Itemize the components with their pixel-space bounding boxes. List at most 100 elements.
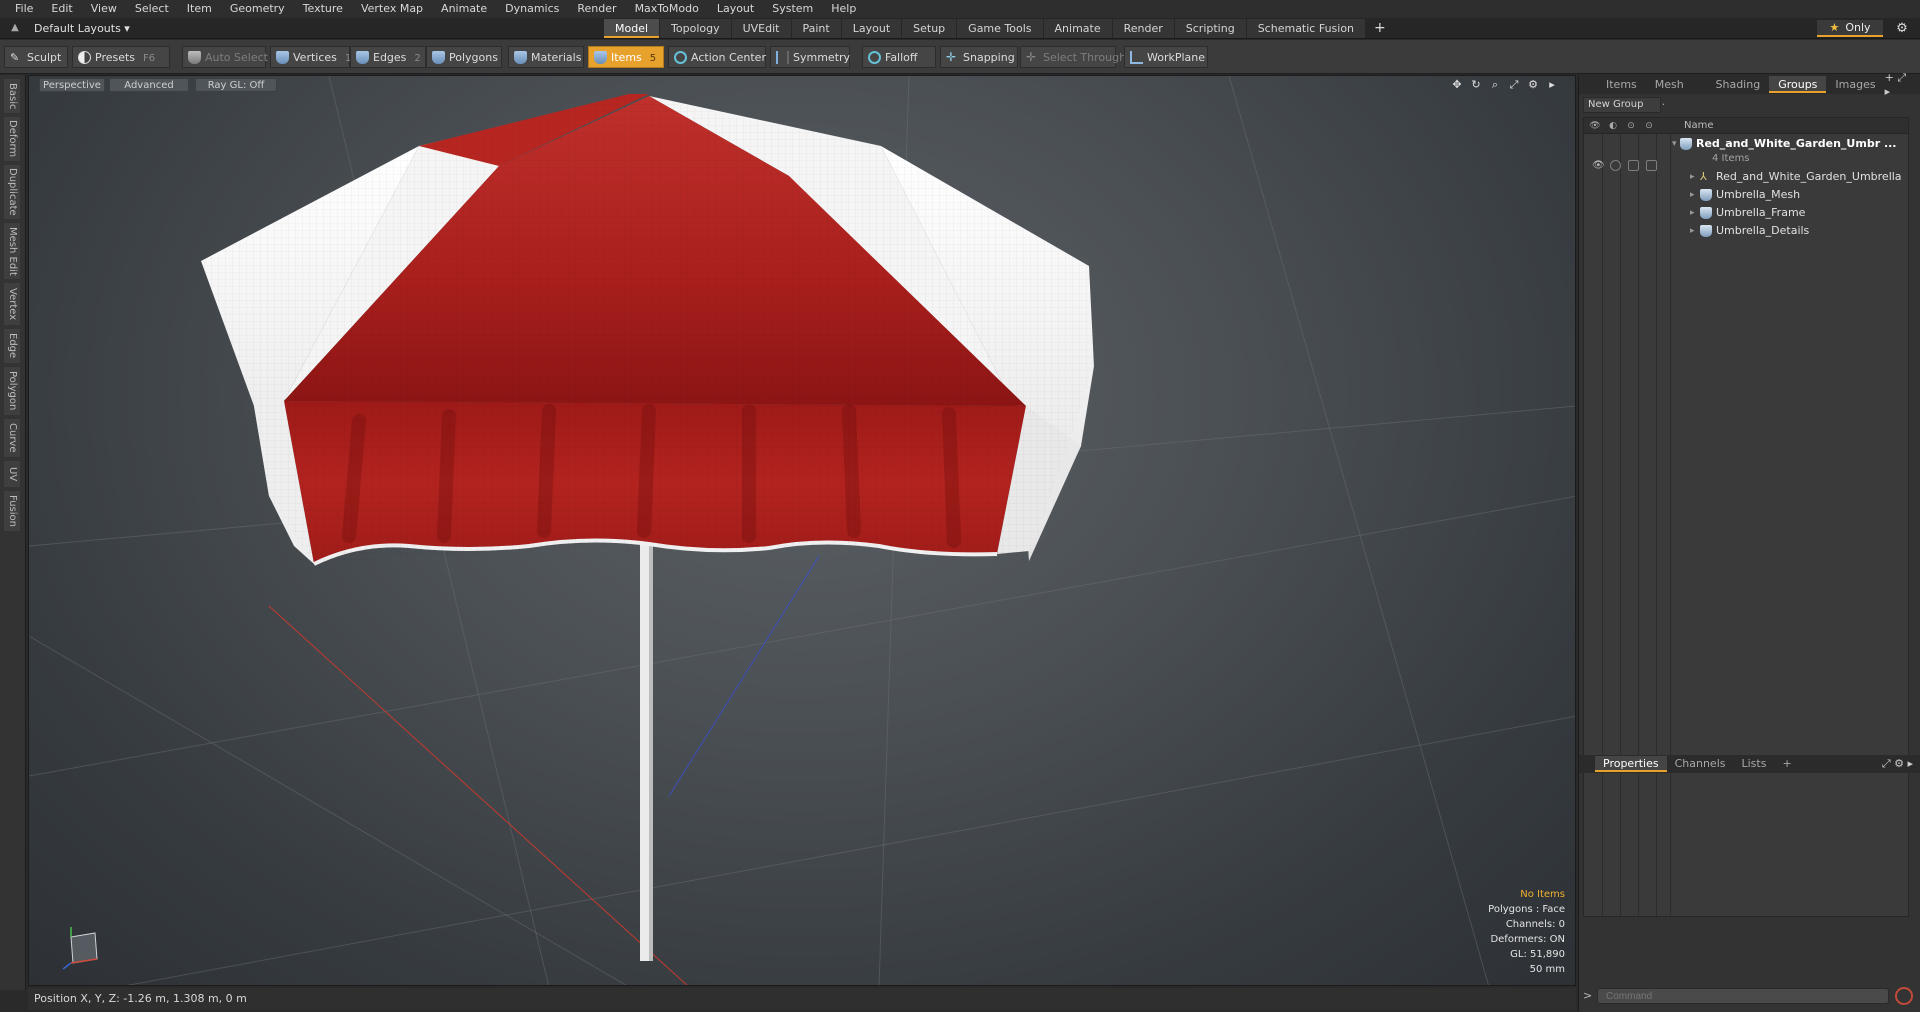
zoom-icon[interactable]: ⌕ — [1488, 78, 1502, 92]
render-column-icon[interactable]: ◐ — [1606, 119, 1620, 133]
menu-layout[interactable]: Layout — [708, 0, 763, 18]
tooltab-fusion[interactable]: Fusion — [4, 491, 20, 531]
items-button[interactable]: Items 5 — [588, 46, 664, 68]
menu-edit[interactable]: Edit — [42, 0, 81, 18]
tab-uvedit[interactable]: UVEdit — [731, 19, 791, 38]
list-item[interactable]: ▸ Umbrella_Frame — [1584, 204, 1908, 222]
tab-lists[interactable]: Lists — [1734, 756, 1775, 772]
menu-animate[interactable]: Animate — [432, 0, 496, 18]
list-item[interactable]: ▸ Umbrella_Details — [1584, 222, 1908, 240]
tooltab-vertex[interactable]: Vertex — [4, 283, 20, 325]
tooltab-mesh-edit[interactable]: Mesh Edit — [4, 223, 20, 279]
materials-button[interactable]: Materials — [508, 46, 584, 68]
visibility-column-icon[interactable]: 👁 — [1588, 119, 1602, 133]
rotate-icon[interactable]: ↻ — [1469, 78, 1483, 92]
menu-texture[interactable]: Texture — [294, 0, 352, 18]
tab-model[interactable]: Model — [604, 19, 660, 38]
layout-select[interactable]: Default Layouts ▾ — [34, 20, 130, 37]
item-name: Umbrella_Details — [1716, 224, 1810, 237]
viewport-gear-icon[interactable]: ⚙ — [1526, 78, 1540, 92]
workplane-button[interactable]: WorkPlane — [1124, 46, 1208, 68]
auto-select-button[interactable]: Auto Select — [182, 46, 268, 68]
3d-viewport[interactable]: Perspective Advanced Ray GL: Off ✥ ↻ ⌕ ⤢… — [28, 75, 1576, 986]
tab-images[interactable]: Images — [1826, 76, 1884, 93]
tab-scripting[interactable]: Scripting — [1174, 19, 1246, 38]
menu-system[interactable]: System — [763, 0, 822, 18]
select-through-button[interactable]: ✛ Select Through — [1020, 46, 1126, 68]
tooltab-curve[interactable]: Curve — [4, 419, 20, 457]
pan-icon[interactable]: ✥ — [1450, 78, 1464, 92]
shading-button[interactable]: Advanced — [109, 78, 189, 92]
tab-items[interactable]: Items — [1597, 76, 1646, 93]
tab-mesh[interactable]: Mesh ... — [1646, 76, 1707, 108]
panel-tab-icons[interactable]: + ⤢ ▸ — [1885, 71, 1915, 98]
tooltab-polygon[interactable]: Polygon — [4, 367, 20, 415]
menu-dynamics[interactable]: Dynamics — [496, 0, 568, 18]
expand-arrow-icon[interactable]: ▾ — [1672, 135, 1677, 153]
menu-item[interactable]: Item — [178, 0, 221, 18]
tab-channels[interactable]: Channels — [1667, 756, 1734, 772]
tooltab-edge[interactable]: Edge — [4, 329, 20, 363]
properties-tab-icons[interactable]: ⤢ ⚙ ▸ — [1882, 757, 1913, 771]
tab-topology[interactable]: Topology — [660, 19, 731, 38]
layout-tabs: Model Topology UVEdit Paint Layout Setup… — [604, 19, 1394, 39]
sculpt-button[interactable]: ✎ Sculpt — [4, 46, 68, 68]
star-icon: ★ — [1829, 21, 1840, 34]
menu-select[interactable]: Select — [126, 0, 178, 18]
menu-file[interactable]: File — [6, 0, 42, 18]
tooltab-uv[interactable]: UV — [4, 461, 20, 487]
selection-info: No Items — [1520, 889, 1565, 900]
tooltab-deform[interactable]: Deform — [4, 117, 20, 161]
expand-arrow-icon[interactable]: ▸ — [1690, 186, 1695, 204]
tab-schematic-fusion[interactable]: Schematic Fusion — [1246, 19, 1366, 38]
new-group-button[interactable]: New Group — [1583, 97, 1661, 113]
vertices-button[interactable]: Vertices 1 — [270, 46, 351, 68]
tab-layout[interactable]: Layout — [841, 19, 902, 38]
menu-geometry[interactable]: Geometry — [221, 0, 294, 18]
symmetry-button[interactable]: Symmetry — [770, 46, 850, 68]
add-tab-button[interactable]: + — [1366, 19, 1394, 38]
tab-paint[interactable]: Paint — [791, 19, 841, 38]
add-properties-tab-button[interactable]: + — [1774, 756, 1799, 772]
raygl-button[interactable]: Ray GL: Off — [195, 78, 277, 92]
command-history-button[interactable] — [1895, 987, 1913, 1005]
expand-arrow-icon[interactable]: ▸ — [1690, 168, 1695, 186]
collapse-arrow-icon[interactable]: ▲ — [8, 21, 22, 35]
expand-arrow-icon[interactable]: ▸ — [1690, 222, 1695, 240]
tab-properties[interactable]: Properties — [1595, 756, 1667, 772]
menu-render[interactable]: Render — [568, 0, 625, 18]
command-input[interactable] — [1597, 988, 1889, 1004]
expand-arrow-icon[interactable]: ▸ — [1690, 204, 1695, 222]
menu-maxtomodo[interactable]: MaxToModo — [626, 0, 708, 18]
maximize-icon[interactable]: ⤢ — [1507, 78, 1521, 92]
tab-setup[interactable]: Setup — [902, 19, 957, 38]
tab-game-tools[interactable]: Game Tools — [957, 19, 1043, 38]
list-item[interactable]: ▸ ⅄ Red_and_White_Garden_Umbrella — [1584, 168, 1908, 186]
menu-vertex-map[interactable]: Vertex Map — [352, 0, 432, 18]
tooltab-basic[interactable]: Basic — [4, 79, 20, 113]
action-center-button[interactable]: Action Center — [668, 46, 766, 68]
group-row[interactable]: ▾ Red_and_White_Garden_Umbr ... — [1584, 135, 1908, 153]
viewport-menu-icon[interactable]: ▸ — [1545, 78, 1559, 92]
select-column-icon[interactable]: ⊙ — [1642, 119, 1656, 133]
tab-groups[interactable]: Groups — [1769, 76, 1827, 93]
tooltab-duplicate[interactable]: Duplicate — [4, 165, 20, 219]
gear-icon[interactable]: ⚙ — [1893, 20, 1911, 37]
polygons-button[interactable]: Polygons — [426, 46, 502, 68]
tab-shading[interactable]: Shading — [1707, 76, 1770, 93]
perspective-button[interactable]: Perspective — [39, 78, 105, 92]
lock-column-icon[interactable]: ⊙ — [1624, 119, 1638, 133]
menu-view[interactable]: View — [82, 0, 126, 18]
presets-shortcut: F6 — [143, 53, 156, 64]
only-button[interactable]: ★ Only — [1817, 20, 1883, 37]
vertices-label: Vertices — [293, 51, 337, 64]
tab-animate[interactable]: Animate — [1043, 19, 1112, 38]
presets-button[interactable]: Presets F6 — [72, 46, 170, 68]
falloff-button[interactable]: Falloff — [862, 46, 936, 68]
action-center-icon — [674, 51, 687, 64]
menu-help[interactable]: Help — [822, 0, 865, 18]
edges-button[interactable]: Edges 2 — [350, 46, 426, 68]
list-item[interactable]: ▸ Umbrella_Mesh — [1584, 186, 1908, 204]
tab-render[interactable]: Render — [1112, 19, 1174, 38]
snapping-button[interactable]: ✛ Snapping — [940, 46, 1018, 68]
